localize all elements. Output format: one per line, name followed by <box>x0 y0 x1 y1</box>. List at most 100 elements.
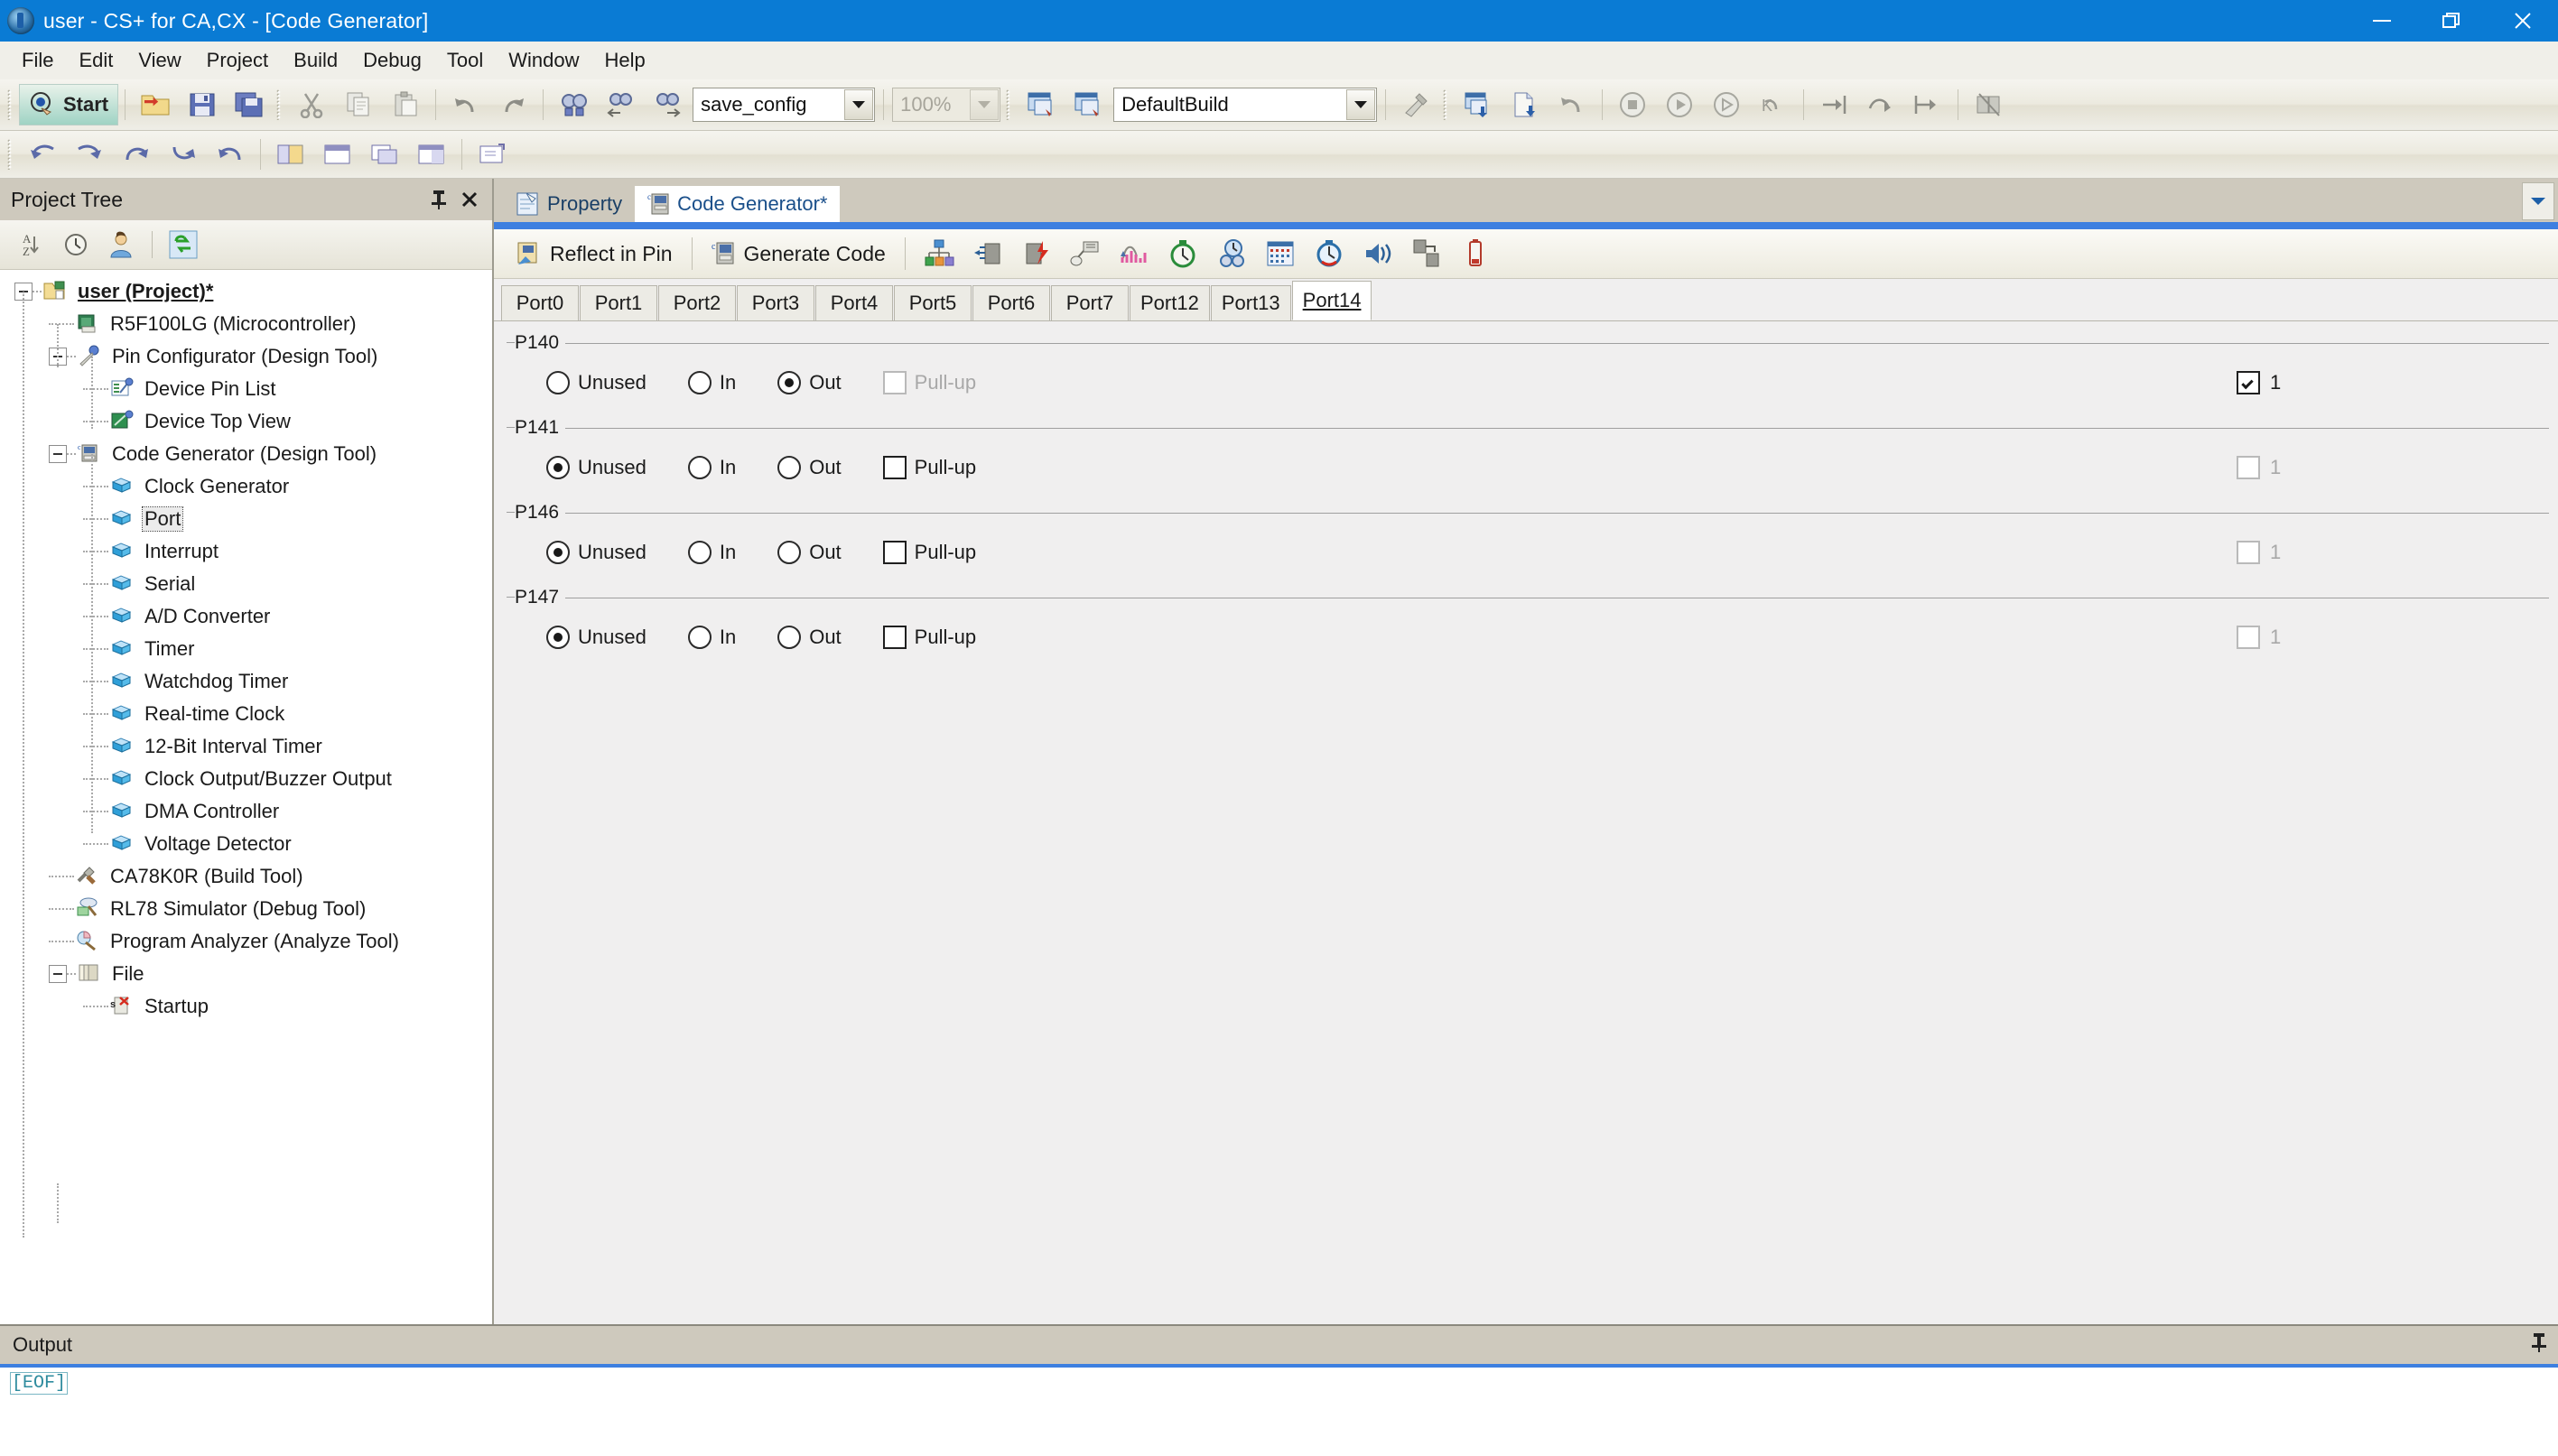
output-text-area[interactable]: [EOF] <box>0 1368 2558 1456</box>
menu-file[interactable]: File <box>9 45 66 76</box>
window-pane1-button[interactable] <box>267 134 314 174</box>
close-icon[interactable] <box>454 184 485 215</box>
tree-node-startup[interactable]: sStartup <box>0 990 492 1023</box>
tree-node-file[interactable]: File <box>0 958 492 990</box>
radio-in-P147[interactable]: In <box>688 626 736 649</box>
tree-node-voltage-detector[interactable]: Voltage Detector <box>0 828 492 860</box>
port-button[interactable] <box>964 233 1011 274</box>
port-tab-port14[interactable]: Port14 <box>1292 281 1372 320</box>
tab-code-generator[interactable]: c Code Generator* <box>635 186 840 222</box>
refresh-button[interactable] <box>163 225 203 264</box>
radio-out-P141[interactable]: Out <box>777 456 841 479</box>
cut-button[interactable] <box>288 85 335 125</box>
radio-unused-P140[interactable]: Unused <box>546 371 646 394</box>
reflect-in-pin-button[interactable]: Reflect in Pin <box>507 234 682 274</box>
radio-in-P140[interactable]: In <box>688 371 736 394</box>
tree-node-device-top-view[interactable]: Device Top View <box>0 405 492 438</box>
sort-az-button[interactable]: A Z <box>11 225 51 264</box>
radio-in-indicator[interactable] <box>688 541 712 564</box>
radio-unused-P141[interactable]: Unused <box>546 456 646 479</box>
tree-node-dma-controller[interactable]: DMA Controller <box>0 795 492 828</box>
radio-out-indicator[interactable] <box>777 626 801 649</box>
port-tab-port5[interactable]: Port5 <box>894 285 972 320</box>
dma-controller-button[interactable] <box>1403 233 1450 274</box>
tree-node-r5f100lg-microcontroller[interactable]: R5F100LG (Microcontroller) <box>0 308 492 340</box>
tree-node-real-time-clock[interactable]: Real-time Clock <box>0 698 492 730</box>
radio-in-indicator[interactable] <box>688 371 712 394</box>
port-tab-port2[interactable]: Port2 <box>658 285 736 320</box>
nav-down-button[interactable] <box>160 134 207 174</box>
build-project-button[interactable] <box>1018 85 1065 125</box>
step-in-button[interactable] <box>1810 85 1857 125</box>
find-next-button[interactable] <box>644 85 691 125</box>
nav-jump-button[interactable] <box>113 134 160 174</box>
save-button[interactable] <box>179 85 226 125</box>
find-button[interactable] <box>550 85 597 125</box>
disconnect-button[interactable] <box>1965 85 2012 125</box>
radio-out-P146[interactable]: Out <box>777 541 841 564</box>
tree-node-ca78k0r-build-tool[interactable]: CA78K0R (Build Tool) <box>0 860 492 893</box>
minimize-button[interactable] <box>2347 0 2417 42</box>
menu-help[interactable]: Help <box>592 45 658 76</box>
tab-property[interactable]: Property <box>503 186 635 222</box>
chevron-down-icon-tabs[interactable] <box>2522 182 2554 220</box>
radio-in-P141[interactable]: In <box>688 456 736 479</box>
tree-node-interrupt[interactable]: Interrupt <box>0 535 492 568</box>
tree-node-serial[interactable]: Serial <box>0 568 492 600</box>
radio-unused-P146[interactable]: Unused <box>546 541 646 564</box>
nav-forward-button[interactable] <box>66 134 113 174</box>
open-file-button[interactable] <box>132 85 179 125</box>
radio-in-P146[interactable]: In <box>688 541 736 564</box>
nav-up-button[interactable] <box>207 134 254 174</box>
checkbox-output-P140[interactable]: 1 <box>2237 371 2507 394</box>
output-pin-icon[interactable] <box>2529 1331 2549 1359</box>
step-over-button[interactable] <box>1857 85 1904 125</box>
tree-node-code-generator-design-tool[interactable]: cCode Generator (Design Tool) <box>0 438 492 470</box>
go-button[interactable] <box>1656 85 1703 125</box>
timer-button[interactable] <box>1159 233 1206 274</box>
real-time-clock-button[interactable] <box>1257 233 1304 274</box>
tree-node-timer[interactable]: Timer <box>0 633 492 665</box>
watchdog-timer-button[interactable] <box>1208 233 1255 274</box>
restart-button[interactable] <box>1703 85 1750 125</box>
copy-button[interactable] <box>335 85 382 125</box>
tree-node-a-d-converter[interactable]: A/D Converter <box>0 600 492 633</box>
menu-project[interactable]: Project <box>194 45 281 76</box>
tree-node-program-analyzer-analyze-tool[interactable]: Program Analyzer (Analyze Tool) <box>0 925 492 958</box>
tree-node-clock-output-buzzer-output[interactable]: Clock Output/Buzzer Output <box>0 763 492 795</box>
menu-edit[interactable]: Edit <box>66 45 126 76</box>
window-pane4-button[interactable] <box>408 134 455 174</box>
toolbar-grip-2[interactable] <box>276 89 284 120</box>
radio-out-indicator[interactable] <box>777 371 801 394</box>
paste-button[interactable] <box>382 85 429 125</box>
user-button[interactable] <box>101 225 141 264</box>
step-back-button[interactable] <box>1549 85 1595 125</box>
radio-out-P140[interactable]: Out <box>777 371 841 394</box>
menu-debug[interactable]: Debug <box>350 45 434 76</box>
stop-button[interactable] <box>1609 85 1656 125</box>
toolbar2-grip[interactable] <box>7 139 15 170</box>
ad-converter-button[interactable] <box>1111 233 1158 274</box>
tree-node-user-project[interactable]: user (Project)* <box>0 275 492 308</box>
radio-unused-indicator[interactable] <box>546 456 570 479</box>
find-prev-button[interactable] <box>597 85 644 125</box>
radio-in-indicator[interactable] <box>688 456 712 479</box>
port-tab-port3[interactable]: Port3 <box>737 285 814 320</box>
tree-node-12-bit-interval-timer[interactable]: 12-Bit Interval Timer <box>0 730 492 763</box>
window-pane2-button[interactable] <box>314 134 361 174</box>
config-combo[interactable]: save_config <box>693 88 875 122</box>
radio-unused-indicator[interactable] <box>546 371 570 394</box>
port-tab-port12[interactable]: Port12 <box>1130 285 1210 320</box>
window-pane3-button[interactable] <box>361 134 408 174</box>
menu-view[interactable]: View <box>126 45 193 76</box>
return-out-button[interactable] <box>1904 85 1951 125</box>
restore-button[interactable] <box>2417 0 2488 42</box>
tree-node-clock-generator[interactable]: Clock Generator <box>0 470 492 503</box>
tree-node-watchdog-timer[interactable]: Watchdog Timer <box>0 665 492 698</box>
port-tab-port4[interactable]: Port4 <box>815 285 893 320</box>
checkbox-pullup-P141[interactable]: Pull-up <box>883 456 976 479</box>
project-tree[interactable]: user (Project)*R5F100LG (Microcontroller… <box>0 270 492 1324</box>
radio-out-P147[interactable]: Out <box>777 626 841 649</box>
chevron-down-icon-build[interactable] <box>1346 89 1375 120</box>
tree-node-device-pin-list[interactable]: Device Pin List <box>0 373 492 405</box>
